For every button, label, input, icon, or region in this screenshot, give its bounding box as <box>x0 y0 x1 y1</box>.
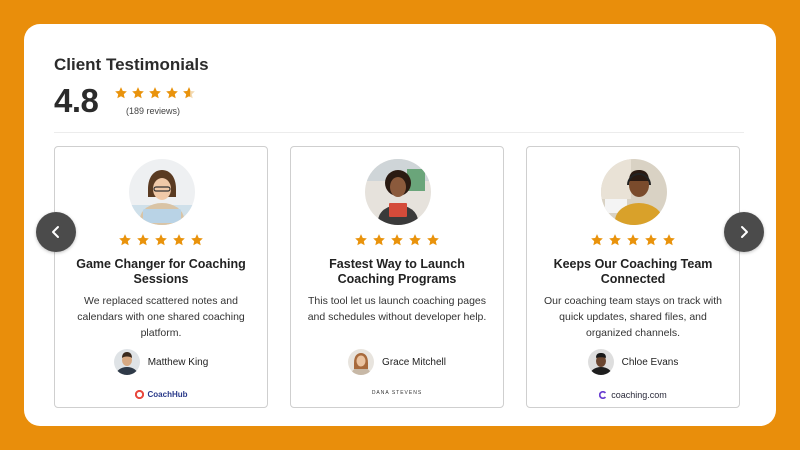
star-icon <box>166 87 178 99</box>
star-icon <box>627 234 639 246</box>
card-rating-stars <box>55 233 267 247</box>
star-icon <box>609 234 621 246</box>
author-name: Matthew King <box>147 356 209 368</box>
star-icon <box>645 234 657 246</box>
star-icon <box>155 234 167 246</box>
star-icon <box>132 87 144 99</box>
chevron-left-icon <box>52 226 59 238</box>
client-photo <box>129 159 195 225</box>
company-logo: DANA STEVENS <box>291 390 503 396</box>
star-icon <box>173 234 185 246</box>
section-title: Client Testimonials <box>54 55 209 74</box>
company-logo-text: CoachHub <box>147 390 188 399</box>
next-button[interactable] <box>724 212 764 252</box>
testimonial-author: Grace Mitchell <box>291 349 503 375</box>
star-icon <box>427 234 439 246</box>
author-avatar <box>587 349 614 375</box>
author-name: Chloe Evans <box>621 356 679 368</box>
testimonial-title: Game Changer for Coaching Sessions <box>76 257 246 286</box>
testimonial-title: Keeps Our Coaching Team Connected <box>553 257 713 286</box>
star-icon <box>149 87 161 99</box>
divider <box>54 132 744 133</box>
half-star-icon <box>183 87 195 99</box>
testimonial-text: This tool let us launch coaching pages a… <box>307 295 487 323</box>
company-logo: coaching.com <box>527 390 739 400</box>
chevron-right-icon <box>741 226 748 238</box>
coachhub-logo-icon <box>134 390 144 399</box>
testimonial-card: Fastest Way to Launch Coaching Programs … <box>290 146 504 408</box>
coaching-logo-icon <box>599 391 607 399</box>
testimonials-panel: Client Testimonials 4.8 (189 reviews) Ga… <box>24 24 776 426</box>
star-icon <box>409 234 421 246</box>
average-rating: 4.8 <box>54 82 99 119</box>
star-icon <box>119 234 131 246</box>
client-photo <box>365 159 431 225</box>
company-logo: CoachHub <box>55 390 267 399</box>
review-count: (189 reviews) <box>126 106 181 116</box>
previous-button[interactable] <box>36 212 76 252</box>
star-icon <box>355 234 367 246</box>
testimonial-card: Game Changer for Coaching Sessions We re… <box>54 146 268 408</box>
star-icon <box>663 234 675 246</box>
star-icon <box>373 234 385 246</box>
client-photo <box>601 159 667 225</box>
testimonial-title: Fastest Way to Launch Coaching Programs <box>329 257 465 286</box>
card-rating-stars <box>527 233 739 247</box>
star-icon <box>191 234 203 246</box>
star-icon <box>115 87 127 99</box>
testimonial-card: Keeps Our Coaching Team Connected Our co… <box>526 146 740 408</box>
company-logo-text: coaching.com <box>611 390 667 400</box>
testimonial-author: Matthew King <box>55 349 267 375</box>
star-icon <box>137 234 149 246</box>
author-avatar <box>348 349 375 375</box>
testimonial-text: We replaced scattered notes and calendar… <box>77 295 245 339</box>
testimonial-author: Chloe Evans <box>527 349 739 375</box>
average-rating-stars <box>114 86 196 100</box>
star-icon <box>591 234 603 246</box>
star-icon <box>391 234 403 246</box>
card-rating-stars <box>291 233 503 247</box>
author-avatar <box>113 349 140 375</box>
testimonial-text: Our coaching team stays on track with qu… <box>544 295 722 339</box>
author-name: Grace Mitchell <box>382 356 446 368</box>
company-logo-text: DANA STEVENS <box>371 390 423 396</box>
